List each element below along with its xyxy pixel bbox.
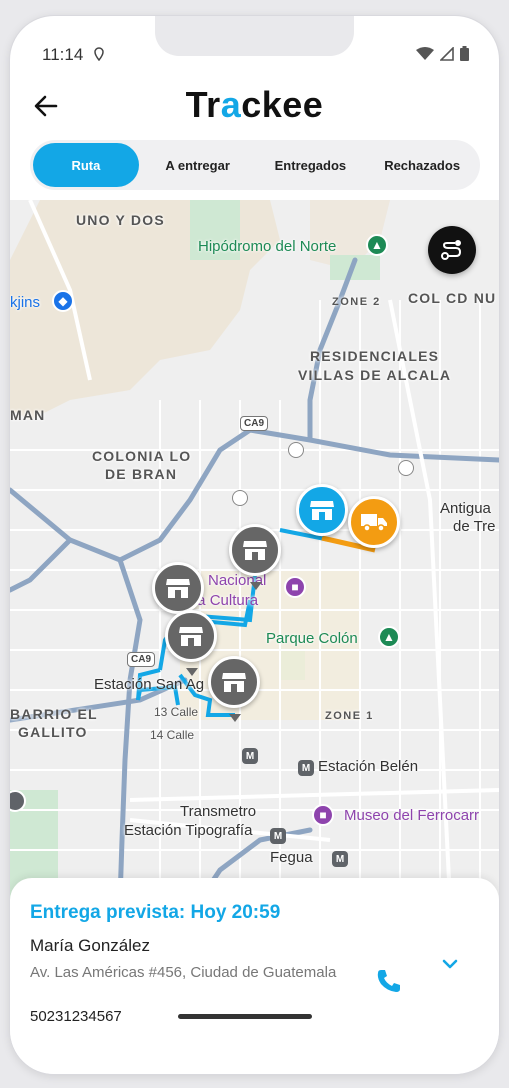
customer-phone: 50231234567 <box>30 1008 122 1025</box>
label-fegua: Fegua <box>270 849 313 866</box>
stop-pin[interactable] <box>165 610 217 662</box>
label-kjins: kjins <box>10 294 41 311</box>
bus-stop-icon <box>398 460 414 476</box>
phone-frame: 11:14 Trackee Ruta A entregar Entregados… <box>10 16 499 1074</box>
metro-station-icon: M <box>270 828 286 844</box>
label-parque-colon: Parque Colón <box>266 630 358 647</box>
chevron-down-icon[interactable] <box>438 952 462 976</box>
museum-poi-icon: ■ <box>284 576 306 598</box>
truck-icon <box>361 514 387 532</box>
park-poi-icon: ▲ <box>378 626 400 648</box>
stop-pin[interactable] <box>229 524 281 576</box>
phone-icon[interactable] <box>374 966 404 996</box>
vehicle-pin[interactable] <box>348 496 400 548</box>
shop-poi-icon: ◆ <box>52 290 74 312</box>
label-antigua: Antigua <box>440 500 491 517</box>
route-icon <box>441 240 462 260</box>
label-zone-1: ZONE 1 <box>325 710 374 722</box>
tab-a-entregar[interactable]: A entregar <box>139 143 257 187</box>
logo-text-end: ckee <box>241 84 324 125</box>
bus-stop-icon <box>232 490 248 506</box>
stop-pin[interactable] <box>208 656 260 708</box>
label-barrio: BARRIO EL <box>10 706 98 722</box>
battery-icon <box>460 46 469 61</box>
metro-station-icon: M <box>298 760 314 776</box>
label-museo: Museo del Ferrocarr <box>344 807 480 824</box>
label-colonia: COLONIA LO <box>92 448 192 464</box>
label-14-calle: 14 Calle <box>150 728 195 742</box>
store-icon <box>222 673 246 692</box>
museum-poi-icon: ■ <box>312 804 334 826</box>
label-hipodromo: Hipódromo del Norte <box>198 238 337 255</box>
home-indicator[interactable] <box>178 1014 312 1019</box>
label-uno-y-dos: UNO Y DOS <box>76 212 165 228</box>
label-transmetro: Transmetro <box>180 803 257 820</box>
label-residenciales: RESIDENCIALES <box>310 348 440 364</box>
pin-tail <box>229 714 241 722</box>
signal-icon <box>440 46 454 61</box>
store-icon <box>166 579 190 598</box>
route-map[interactable]: UNO Y DOS Hipódromo del Norte ▲ ZONE 2 C… <box>10 200 499 900</box>
logo-accent: a <box>220 84 242 125</box>
store-icon <box>243 541 267 560</box>
delivery-sheet: Entrega prevista: Hoy 20:59 María Gonzál… <box>10 878 499 1074</box>
wifi-icon <box>416 46 434 60</box>
delivery-address: Av. Las Américas #456, Ciudad de Guatema… <box>30 964 337 981</box>
label-13-calle: 13 Calle <box>154 705 199 719</box>
label-de-tre: de Tre <box>453 518 496 535</box>
road-shield-ca9: CA9 <box>240 416 269 431</box>
route-button[interactable] <box>428 226 476 274</box>
tab-entregados[interactable]: Entregados <box>257 143 365 187</box>
tab-rechazados[interactable]: Rechazados <box>364 143 480 187</box>
label-de-bran: DE BRAN <box>105 466 178 482</box>
tab-ruta[interactable]: Ruta <box>33 143 139 187</box>
store-icon <box>310 501 334 520</box>
current-stop-pin[interactable] <box>296 484 348 536</box>
brand-logo: Trackee <box>10 84 499 126</box>
stop-pin[interactable] <box>152 562 204 614</box>
label-estacion-tipografia: Estación Tipografía <box>124 822 253 839</box>
logo-text-start: Tr <box>185 84 221 125</box>
label-gallito: GALLITO <box>18 724 88 740</box>
customer-name: María González <box>30 936 150 955</box>
app-header: Trackee <box>10 78 499 138</box>
label-estacion-belen: Estación Belén <box>318 758 419 775</box>
label-zone-2: ZONE 2 <box>332 296 381 308</box>
pin-tail <box>186 668 198 676</box>
park-poi-icon: ▲ <box>366 234 388 256</box>
road-shield-ca9: CA9 <box>127 652 156 667</box>
label-col-cd: COL CD NU <box>408 290 497 306</box>
status-icons <box>416 46 469 61</box>
label-man: MAN <box>10 407 46 423</box>
store-icon <box>179 627 203 646</box>
metro-station-icon: M <box>242 748 258 764</box>
label-estacion-san: Estación San Ag <box>94 676 205 693</box>
pin-tail <box>250 582 262 590</box>
notch <box>155 16 354 56</box>
delivery-eta: Entrega prevista: Hoy 20:59 <box>30 902 281 923</box>
bus-stop-icon <box>288 442 304 458</box>
location-dot-icon <box>94 47 104 61</box>
status-time: 11:14 <box>42 45 84 64</box>
metro-station-icon: M <box>332 851 348 867</box>
label-villas: VILLAS DE ALCALA <box>298 367 452 383</box>
tab-bar: Ruta A entregar Entregados Rechazados <box>30 140 480 190</box>
